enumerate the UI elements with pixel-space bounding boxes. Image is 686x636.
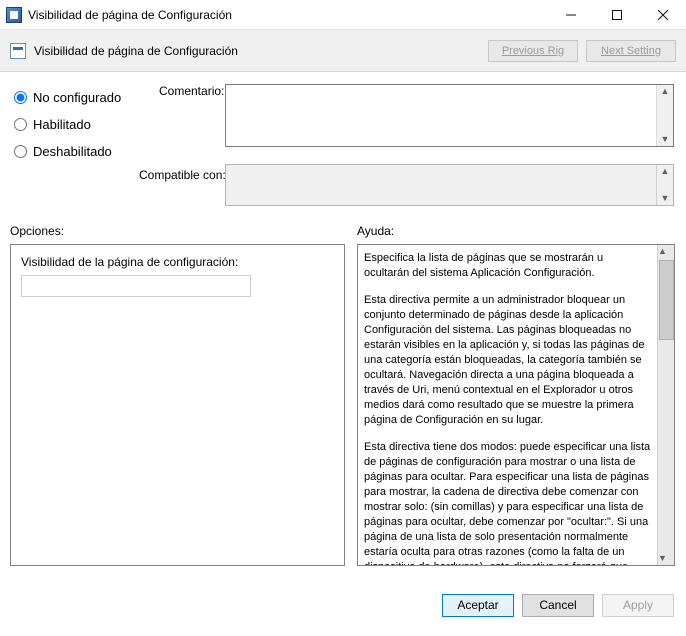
titlebar: Visibilidad de página de Configuración [0, 0, 686, 30]
scrollbar-thumb[interactable] [659, 260, 674, 340]
radio-enabled-label: Habilitado [33, 117, 91, 132]
compat-field: ▲ ▼ [225, 164, 674, 206]
radio-disabled[interactable]: Deshabilitado [12, 138, 121, 165]
options-panel: Visibilidad de la página de configuració… [10, 244, 345, 566]
window-title: Visibilidad de página de Configuración [28, 8, 232, 22]
dialog-footer: Aceptar Cancel Apply [0, 582, 686, 628]
radio-not-configured[interactable]: No configurado [12, 84, 121, 111]
compat-value [226, 165, 656, 205]
help-scrollbar[interactable]: ▲ ▼ [657, 245, 674, 565]
chevron-up-icon[interactable]: ▲ [658, 245, 674, 258]
apply-button: Apply [602, 594, 674, 617]
help-p3: Esta directiva tiene dos modos: puede es… [364, 440, 651, 565]
app-icon [6, 7, 22, 23]
radio-enabled-input[interactable] [14, 118, 27, 131]
comment-field[interactable]: ▲ ▼ [225, 84, 674, 147]
chevron-up-icon[interactable]: ▲ [661, 165, 670, 178]
chevron-up-icon[interactable]: ▲ [661, 85, 670, 98]
visibility-label: Visibilidad de la página de configuració… [21, 255, 334, 269]
comment-value[interactable] [226, 85, 656, 146]
close-button[interactable] [640, 0, 686, 30]
maximize-button[interactable] [594, 0, 640, 30]
subheader: Visibilidad de página de Configuración P… [0, 30, 686, 72]
visibility-input[interactable] [21, 275, 251, 297]
chevron-down-icon[interactable]: ▼ [661, 133, 670, 146]
next-setting-button[interactable]: Next Setting [586, 40, 676, 62]
subheader-title: Visibilidad de página de Configuración [34, 44, 238, 58]
chevron-down-icon[interactable]: ▼ [661, 192, 670, 205]
help-p1: Especifica la lista de páginas que se mo… [364, 251, 651, 281]
radio-not-configured-input[interactable] [14, 91, 27, 104]
help-label: Ayuda: [357, 224, 394, 238]
comment-scrollbar[interactable]: ▲ ▼ [656, 85, 673, 146]
radio-disabled-label: Deshabilitado [33, 144, 112, 159]
state-radio-group: No configurado Habilitado Deshabilitado [12, 84, 121, 165]
radio-enabled[interactable]: Habilitado [12, 111, 121, 138]
cancel-button[interactable]: Cancel [522, 594, 594, 617]
comment-label: Comentario: [159, 84, 224, 98]
compat-label: Compatible con: [139, 168, 226, 182]
help-p2: Esta directiva permite a un administrado… [364, 293, 651, 428]
compat-scrollbar[interactable]: ▲ ▼ [656, 165, 673, 205]
previous-setting-button[interactable]: Previous Rig [488, 40, 578, 62]
help-panel: Especifica la lista de páginas que se mo… [357, 244, 675, 566]
policy-icon [10, 43, 26, 59]
radio-not-configured-label: No configurado [33, 90, 121, 105]
minimize-button[interactable] [548, 0, 594, 30]
chevron-down-icon[interactable]: ▼ [658, 552, 674, 565]
options-label: Opciones: [10, 224, 64, 238]
help-text: Especifica la lista de páginas que se mo… [358, 245, 657, 565]
radio-disabled-input[interactable] [14, 145, 27, 158]
ok-button[interactable]: Aceptar [442, 594, 514, 617]
